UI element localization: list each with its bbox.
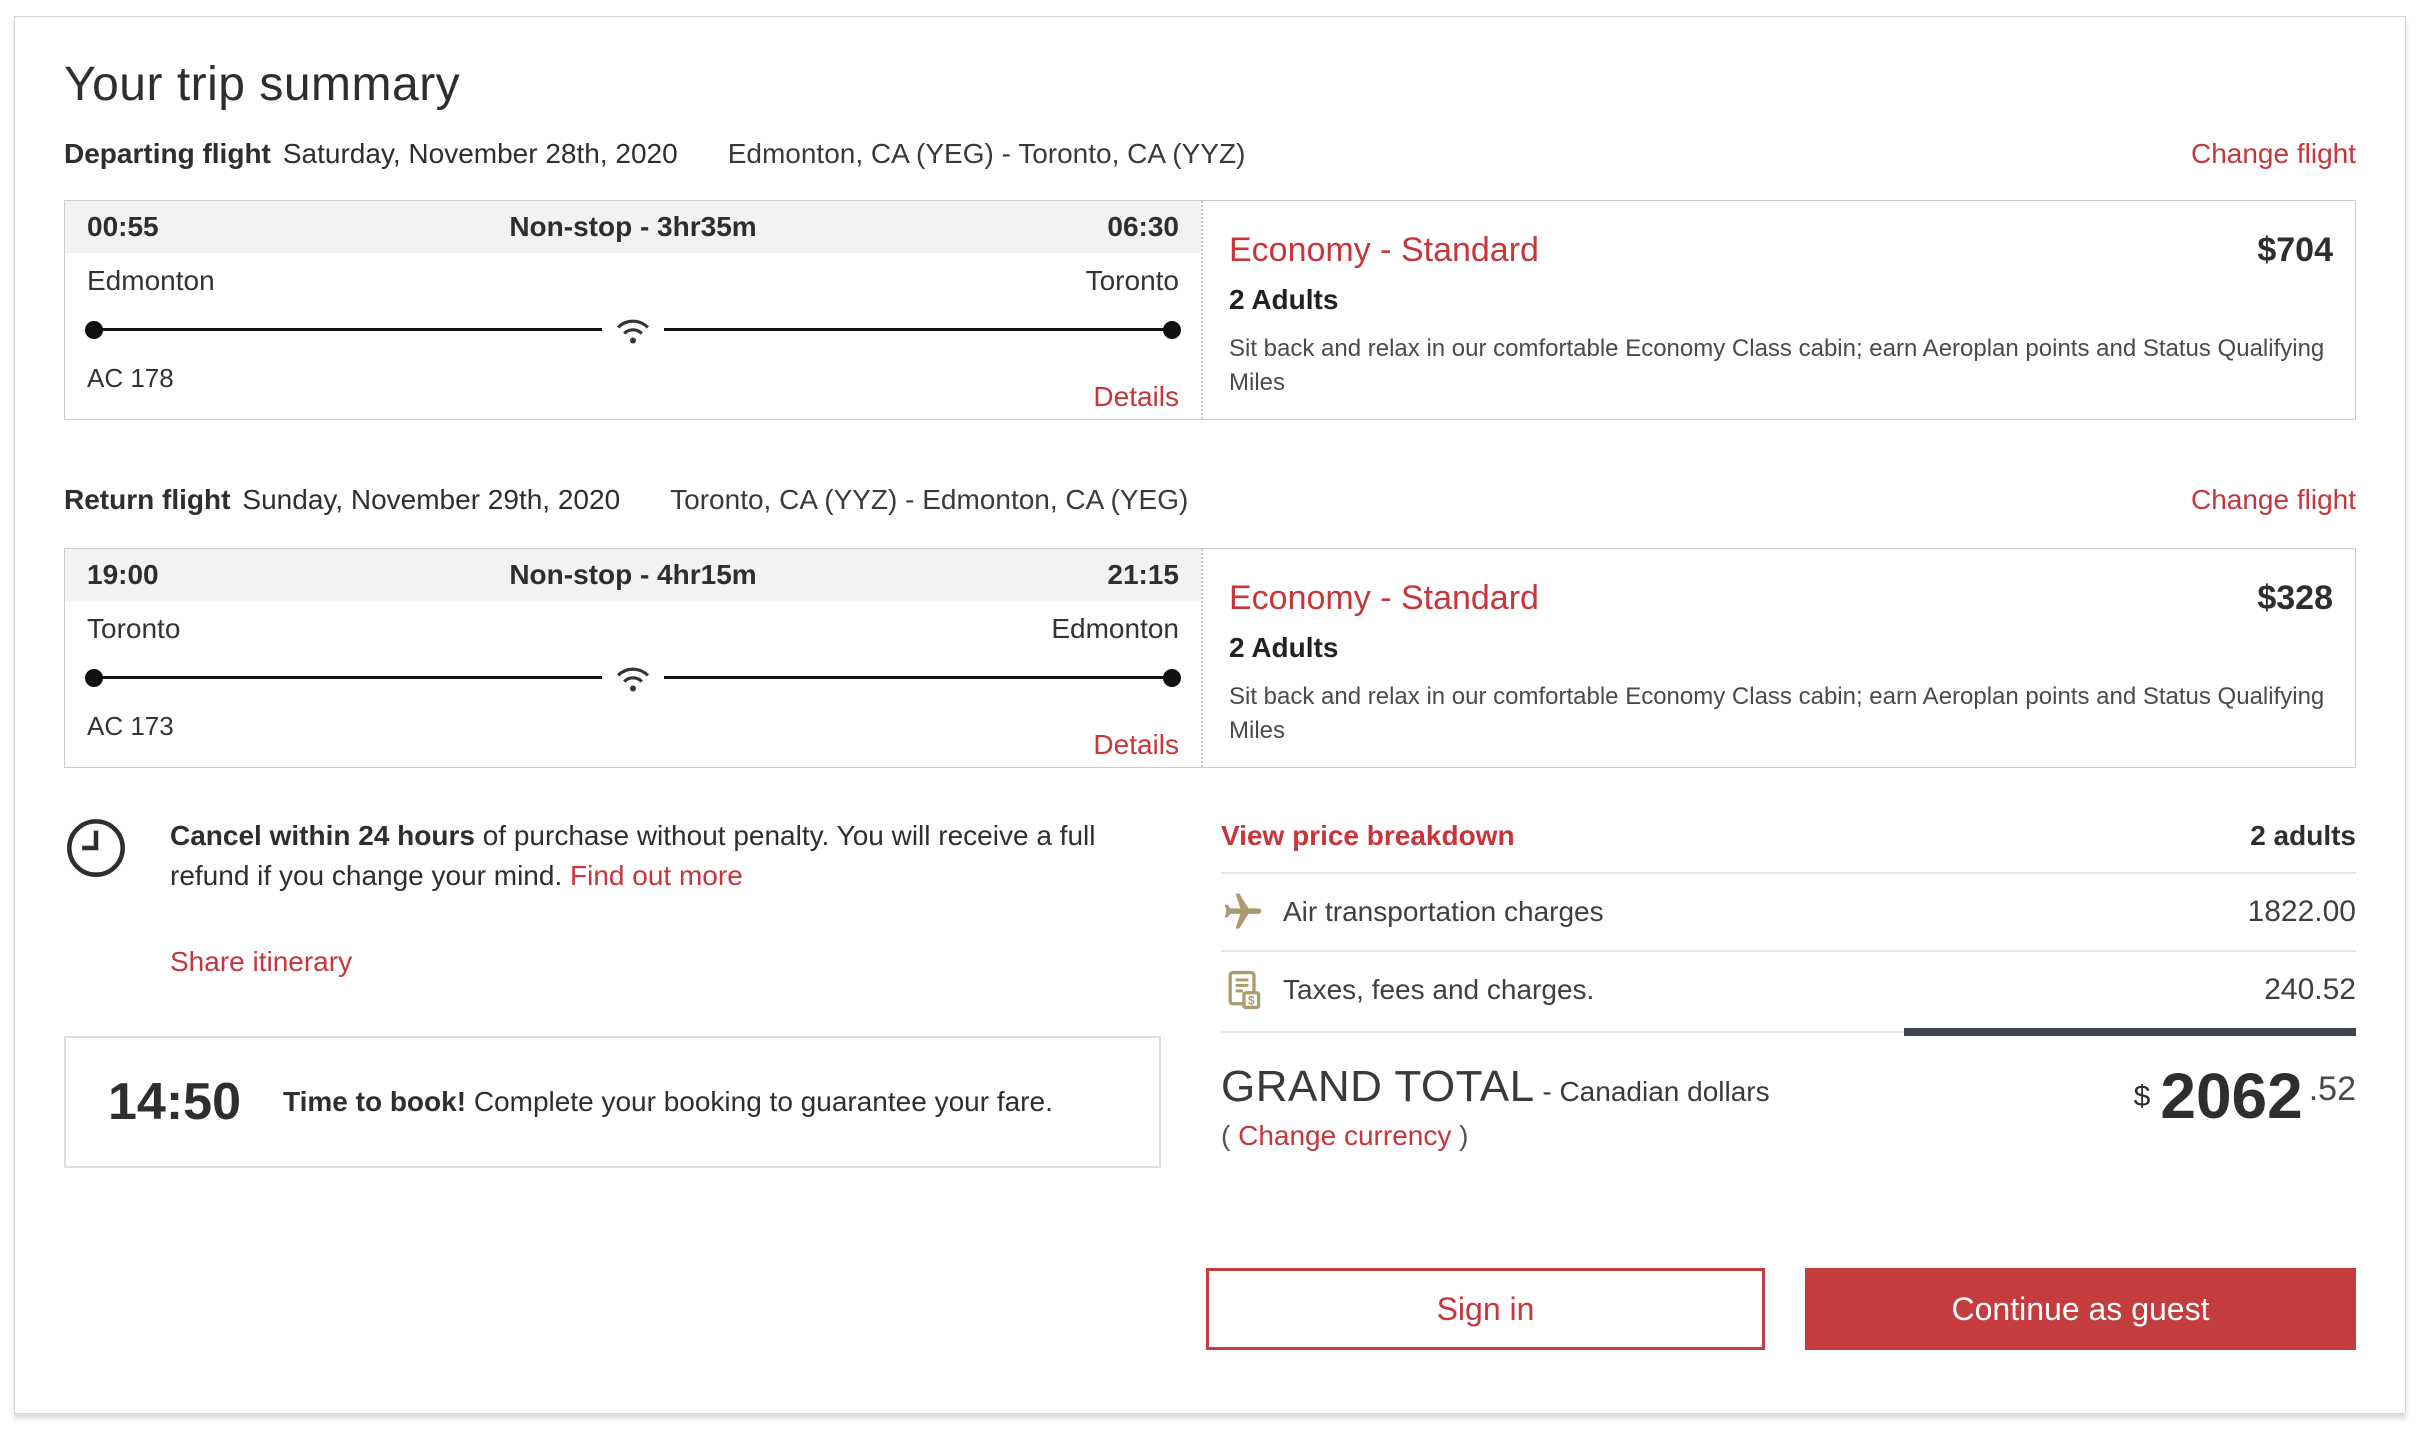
action-buttons-row: Sign in Continue as guest <box>64 1268 2356 1350</box>
cancel-notice: Cancel within 24 hours of purchase witho… <box>64 816 1161 896</box>
time-to-book-box: 14:50 Time to book! Complete your bookin… <box>64 1036 1161 1168</box>
grand-total-cents: .52 <box>2308 1070 2356 1108</box>
paren-close: ) <box>1459 1120 1469 1151</box>
departing-flight-label: Departing flight <box>64 138 271 169</box>
departing-flight-number: AC 178 <box>87 363 174 393</box>
find-out-more-link[interactable]: Find out more <box>570 860 743 891</box>
paren-open: ( <box>1221 1120 1231 1151</box>
departing-flight-card: 00:55 Non-stop - 3hr35m 06:30 Edmonton T… <box>64 200 2356 420</box>
return-passengers: 2 Adults <box>1229 632 1339 663</box>
departing-flight-itinerary: 00:55 Non-stop - 3hr35m 06:30 Edmonton T… <box>65 201 1201 419</box>
taxes-fees-label: Taxes, fees and charges. <box>1283 974 1595 1005</box>
change-return-flight-link[interactable]: Change flight <box>2191 484 2356 516</box>
cancel-notice-bold: Cancel within 24 hours <box>170 820 475 851</box>
clock-icon <box>64 816 128 896</box>
return-depart-time: 19:00 <box>87 559 159 590</box>
return-origin-city: Toronto <box>87 613 181 644</box>
return-flight-route: Toronto, CA (YYZ) - Edmonton, CA (YEG) <box>670 484 1189 515</box>
departing-flight-date: Saturday, November 28th, 2020 <box>282 138 678 169</box>
return-times-strip: 19:00 Non-stop - 4hr15m 21:15 <box>65 549 1201 601</box>
return-flight-header: Return flight Sunday, November 29th, 202… <box>64 484 2356 516</box>
return-flight-date: Sunday, November 29th, 2020 <box>242 484 621 515</box>
return-fare-price: $328 <box>2257 579 2333 617</box>
view-price-breakdown-link[interactable]: View price breakdown <box>1221 820 1515 852</box>
return-flight-number: AC 173 <box>87 711 174 741</box>
departing-fare-price: $704 <box>2257 231 2333 269</box>
airplane-icon <box>1221 890 1267 934</box>
departing-fare-name: Economy - Standard <box>1229 231 1539 269</box>
departing-destination-city: Toronto <box>1085 265 1179 296</box>
departing-fare-panel: Economy - Standard $704 2 Adults Sit bac… <box>1201 201 2355 419</box>
departing-flight-header: Departing flight Saturday, November 28th… <box>64 138 2356 170</box>
trip-summary-card: Your trip summary Departing flight Satur… <box>14 16 2406 1414</box>
change-currency-link[interactable]: Change currency <box>1238 1120 1451 1151</box>
departing-stops-duration: Non-stop - 3hr35m <box>509 211 757 242</box>
departing-arrive-time: 06:30 <box>1107 211 1179 242</box>
departing-depart-time: 00:55 <box>87 211 159 242</box>
departing-fare-description: Sit back and relax in our comfortable Ec… <box>1229 335 2325 396</box>
return-details-link[interactable]: Details <box>1093 729 1179 761</box>
time-to-book-bold: Time to book! <box>283 1086 467 1117</box>
departing-times-strip: 00:55 Non-stop - 3hr35m 06:30 <box>65 201 1201 253</box>
svg-text:$: $ <box>1248 993 1255 1007</box>
departing-flight-timeline <box>85 312 1181 348</box>
air-transportation-row: Air transportation charges 1822.00 <box>1221 874 2356 952</box>
return-flight-itinerary: 19:00 Non-stop - 4hr15m 21:15 Toronto Ed… <box>65 549 1201 767</box>
return-fare-description: Sit back and relax in our comfortable Ec… <box>1229 683 2325 744</box>
wifi-icon <box>602 660 664 696</box>
air-transportation-label: Air transportation charges <box>1283 896 1604 927</box>
return-fare-panel: Economy - Standard $328 2 Adults Sit bac… <box>1201 549 2355 767</box>
cancel-and-timer-column: Cancel within 24 hours of purchase witho… <box>64 816 1161 1168</box>
return-fare-name: Economy - Standard <box>1229 579 1539 617</box>
grand-total-currency-symbol: $ <box>2133 1080 2151 1113</box>
grand-total-amount: $ 2062 .52 <box>2134 1062 2356 1152</box>
departing-details-link[interactable]: Details <box>1093 381 1179 413</box>
taxes-fees-amount: 240.52 <box>2264 973 2356 1006</box>
booking-countdown-timer: 14:50 <box>108 1073 241 1131</box>
return-flight-timeline <box>85 660 1181 696</box>
grand-total-divider <box>1221 1028 2356 1036</box>
air-transportation-amount: 1822.00 <box>2247 895 2356 928</box>
return-flight-card: 19:00 Non-stop - 4hr15m 21:15 Toronto Ed… <box>64 548 2356 768</box>
departing-origin-city: Edmonton <box>87 265 215 296</box>
change-departing-flight-link[interactable]: Change flight <box>2191 138 2356 170</box>
continue-as-guest-button[interactable]: Continue as guest <box>1805 1268 2356 1350</box>
time-to-book-text: Complete your booking to guarantee your … <box>466 1086 1053 1117</box>
grand-total-dollars: 2062 <box>2160 1060 2303 1132</box>
taxes-fees-row: $ Taxes, fees and charges. 240.52 <box>1221 952 2356 1028</box>
return-arrive-time: 21:15 <box>1107 559 1179 590</box>
wifi-icon <box>602 312 664 348</box>
return-stops-duration: Non-stop - 4hr15m <box>509 559 757 590</box>
return-destination-city: Edmonton <box>1051 613 1179 644</box>
grand-total-row: GRAND TOTAL - Canadian dollars ( Change … <box>1221 1062 2356 1152</box>
page-title: Your trip summary <box>64 58 461 111</box>
grand-total-label: GRAND TOTAL <box>1221 1062 1535 1111</box>
departing-passengers: 2 Adults <box>1229 284 1339 315</box>
departing-flight-route: Edmonton, CA (YEG) - Toronto, CA (YYZ) <box>727 138 1246 169</box>
taxes-icon: $ <box>1221 968 1267 1012</box>
price-breakdown-panel: View price breakdown 2 adults Air transp… <box>1221 816 2356 1168</box>
return-flight-label: Return flight <box>64 484 231 515</box>
breakdown-adults-count: 2 adults <box>2250 820 2356 851</box>
sign-in-button[interactable]: Sign in <box>1206 1268 1765 1350</box>
grand-total-currency-note: - Canadian dollars <box>1542 1076 1770 1107</box>
share-itinerary-link[interactable]: Share itinerary <box>170 946 352 977</box>
